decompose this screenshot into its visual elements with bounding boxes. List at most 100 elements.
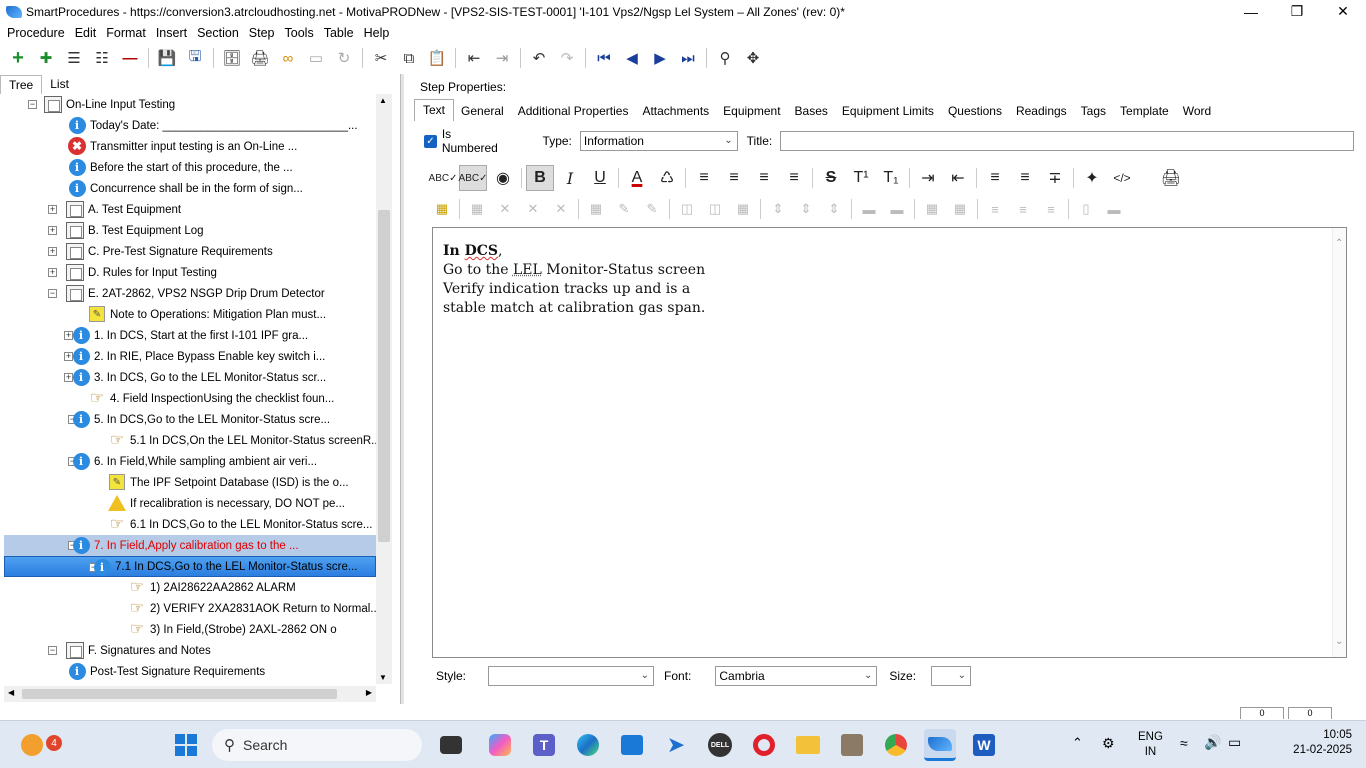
- col-insert-icon[interactable]: ◫: [702, 196, 728, 222]
- taskbar-search[interactable]: ⚲ Search: [212, 729, 422, 761]
- tab-additional-properties[interactable]: Additional Properties: [511, 101, 636, 121]
- menu-help[interactable]: Help: [359, 26, 395, 40]
- tree-item[interactable]: If recalibration is necessary, DO NOT pe…: [4, 493, 376, 514]
- print-preview-icon[interactable]: 🖨: [1157, 165, 1185, 191]
- tree-item[interactable]: −i5. In DCS,Go to the LEL Monitor-Status…: [4, 409, 376, 430]
- app-arrow-icon[interactable]: ➤: [660, 729, 692, 761]
- smartprocedures-taskbar-icon[interactable]: [924, 729, 956, 761]
- scroll-up-icon[interactable]: ⌃: [1335, 238, 1343, 249]
- tree-item[interactable]: ✎ Note to Operations: Mitigation Plan mus…: [4, 304, 376, 325]
- cell-pencil-icon[interactable]: ✎: [639, 196, 665, 222]
- is-numbered-checkbox[interactable]: ✓: [424, 134, 437, 148]
- outdent-icon[interactable]: ⇤: [463, 47, 485, 69]
- panel-splitter[interactable]: [400, 74, 404, 704]
- col-after-icon[interactable]: ▦: [947, 196, 973, 222]
- strikethrough-icon[interactable]: S: [817, 165, 845, 191]
- redo-icon[interactable]: ↷: [556, 47, 578, 69]
- tree-item[interactable]: + i 2. In RIE, Place Bypass Enable key swi…: [4, 346, 376, 367]
- export-icon[interactable]: 🗄: [221, 47, 243, 69]
- size-select[interactable]: ⌄: [931, 666, 972, 686]
- tree-item[interactable]: ☞ 2) VERIFY 2XA2831AOK Return to Normal..…: [4, 598, 376, 619]
- copy-row-icon[interactable]: ≡: [1038, 196, 1064, 222]
- font-select[interactable]: Cambria ⌄: [715, 666, 878, 686]
- col-delete-icon[interactable]: ▦: [730, 196, 756, 222]
- scroll-up-icon[interactable]: ▲: [379, 96, 387, 105]
- tab-text[interactable]: Text: [414, 99, 455, 121]
- copy-icon[interactable]: ⧉: [398, 47, 420, 69]
- tab-word[interactable]: Word: [1176, 101, 1218, 121]
- col-before-icon[interactable]: ▦: [919, 196, 945, 222]
- numbered-list-icon[interactable]: ≡: [1011, 165, 1039, 191]
- refresh-icon[interactable]: ↻: [333, 47, 355, 69]
- increase-indent-icon[interactable]: ⇥: [914, 165, 942, 191]
- paste-icon[interactable]: 📋: [426, 47, 448, 69]
- tree-item[interactable]: − F. Signatures and Notes: [4, 640, 376, 661]
- tree-item[interactable]: + A. Test Equipment: [4, 199, 376, 220]
- restore-icon[interactable]: ❐: [1274, 0, 1320, 23]
- undo-icon[interactable]: ↶: [528, 47, 550, 69]
- tab-attachments[interactable]: Attachments: [635, 101, 716, 121]
- scroll-thumb[interactable]: [22, 689, 337, 699]
- spellcheck-auto-icon[interactable]: ABC✓: [459, 165, 487, 191]
- first-icon[interactable]: ⏮: [593, 47, 615, 69]
- last-icon[interactable]: ⏭: [677, 47, 699, 69]
- tab-general[interactable]: General: [454, 101, 511, 121]
- italic-icon[interactable]: I: [556, 165, 584, 191]
- tree-item[interactable]: −i7. In Field,Apply calibration gas to t…: [4, 535, 376, 556]
- tab-tree[interactable]: Tree: [0, 75, 43, 94]
- title-field[interactable]: [780, 131, 1354, 151]
- tree-item[interactable]: + i 3. In DCS, Go to the LEL Monitor-Statu…: [4, 367, 376, 388]
- table-delete-row-icon[interactable]: ✕: [520, 196, 546, 222]
- network-status-icon[interactable]: ⚙: [1102, 735, 1115, 752]
- menu-format[interactable]: Format: [101, 26, 151, 40]
- list-icon[interactable]: ☰: [63, 47, 85, 69]
- align-left-icon[interactable]: ≡: [690, 165, 718, 191]
- tree-item[interactable]: + D. Rules for Input Testing: [4, 262, 376, 283]
- tree-item[interactable]: i Concurrence shall be in the form of sig…: [4, 178, 376, 199]
- scroll-right-icon[interactable]: ▶: [366, 688, 372, 697]
- rich-text-editor[interactable]: In DCS, Go to the LEL Monitor-Status scr…: [432, 227, 1347, 658]
- tree-item[interactable]: + B. Test Equipment Log: [4, 220, 376, 241]
- cylinder-icon[interactable]: ▯: [1073, 196, 1099, 222]
- font-color-icon[interactable]: A: [623, 165, 651, 191]
- color-wheel-icon[interactable]: ◉: [489, 165, 517, 191]
- tree-item[interactable]: + C. Pre-Test Signature Requirements: [4, 241, 376, 262]
- tree-item[interactable]: i Before the start of this procedure, the…: [4, 157, 376, 178]
- app-people-icon[interactable]: [836, 729, 868, 761]
- tab-list[interactable]: List: [42, 75, 77, 94]
- add-icon[interactable]: +: [7, 47, 29, 69]
- superscript-icon[interactable]: T¹: [847, 165, 875, 191]
- cell-props-icon[interactable]: ▦: [583, 196, 609, 222]
- save-icon[interactable]: 🖫: [184, 47, 206, 69]
- expand-icon[interactable]: +: [48, 226, 57, 235]
- menu-section[interactable]: Section: [192, 26, 244, 40]
- bold-icon[interactable]: B: [526, 165, 554, 191]
- file-explorer-icon[interactable]: [792, 729, 824, 761]
- opera-icon[interactable]: [748, 729, 780, 761]
- previous-icon[interactable]: ◀: [621, 47, 643, 69]
- scroll-down-icon[interactable]: ▼: [379, 673, 387, 682]
- col-props-icon[interactable]: ◫: [674, 196, 700, 222]
- expand-icon[interactable]: +: [48, 205, 57, 214]
- tab-template[interactable]: Template: [1113, 101, 1176, 121]
- scroll-thumb[interactable]: [378, 210, 390, 542]
- tree-item[interactable]: i Post-Test Signature Requirements: [4, 661, 376, 682]
- tree-item[interactable]: ☞ 3) In Field,(Strobe) 2AXL-2862 ON o: [4, 619, 376, 640]
- spellcheck-icon[interactable]: ABC✓: [429, 165, 458, 191]
- merge-cells-icon[interactable]: ▬: [856, 196, 882, 222]
- procedure-tree[interactable]: − On-Line Input Testing i Today's Date: ___…: [4, 94, 376, 683]
- tree-item[interactable]: + i 1. In DCS, Start at the first I-101 IP…: [4, 325, 376, 346]
- tree-item[interactable]: i Today's Date: _________________________…: [4, 115, 376, 136]
- row-delete-icon[interactable]: ⇕: [821, 196, 847, 222]
- battery-icon[interactable]: ▭: [1228, 734, 1241, 751]
- hr-icon[interactable]: ▬: [1101, 196, 1127, 222]
- dell-icon[interactable]: DELL: [704, 729, 736, 761]
- tree-item[interactable]: − On-Line Input Testing: [4, 94, 376, 115]
- language-indicator[interactable]: ENG IN: [1138, 730, 1163, 760]
- collapse-icon[interactable]: −: [48, 289, 57, 298]
- find-icon[interactable]: ⚲: [714, 47, 736, 69]
- row-insert-after-icon[interactable]: ⇕: [793, 196, 819, 222]
- volume-icon[interactable]: 🔊: [1204, 734, 1221, 751]
- tree-item[interactable]: − E. 2AT-2862, VPS2 NSGP Drip Drum Detect…: [4, 283, 376, 304]
- tab-equipment[interactable]: Equipment: [716, 101, 787, 121]
